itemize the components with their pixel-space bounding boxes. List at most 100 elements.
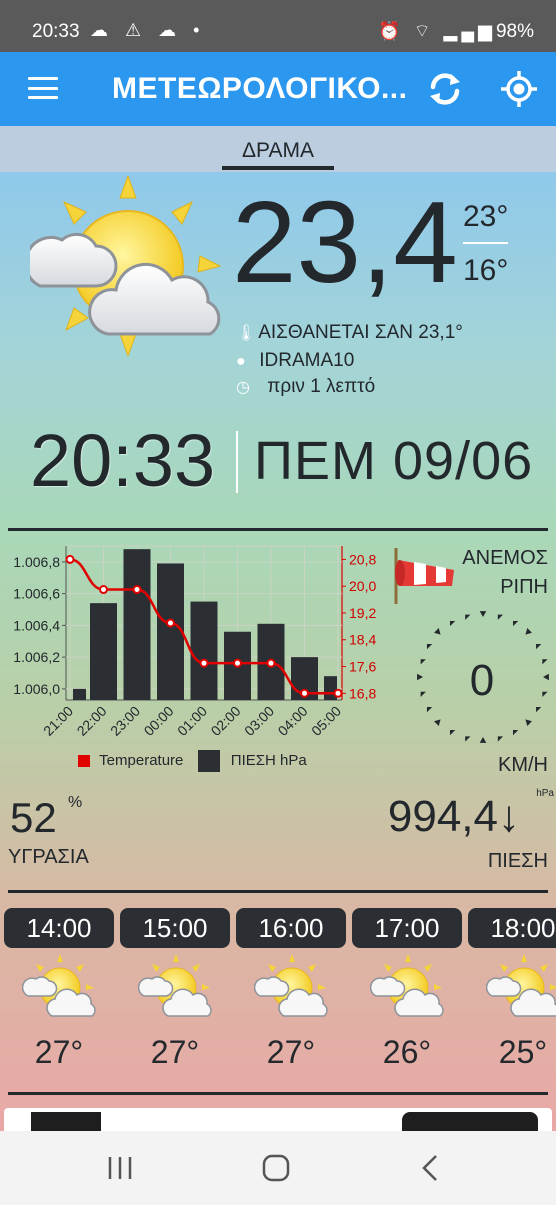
- legend-pressure-swatch: [197, 750, 220, 772]
- forecast-hour: 15:00: [120, 908, 230, 948]
- forecast-hour: 16:00: [236, 908, 346, 948]
- x-tick-label: 23:00: [107, 703, 143, 739]
- left-tick-label: 1.006,6: [13, 586, 60, 602]
- temperature-point: [132, 585, 142, 595]
- dial-tick: [543, 673, 549, 681]
- left-tick-label: 1.006,0: [13, 681, 60, 697]
- forecast-hour: 14:00: [4, 908, 114, 948]
- forecast-temp: 27°: [34, 1034, 84, 1070]
- right-tick-label: 19,2: [349, 605, 376, 621]
- x-tick-label: 03:00: [241, 703, 277, 739]
- temperature-point: [166, 618, 175, 628]
- divider: [8, 528, 548, 531]
- hi-lo-divider: [463, 242, 508, 244]
- x-tick-label: 00:00: [141, 703, 177, 739]
- temperature-point: [199, 658, 209, 668]
- left-tick-label: 1.006,2: [13, 649, 60, 665]
- weather-content: ΔΡΑΜΑ 23,4 23° 16° 🌡 ΑΙΣΘΑΝΕΤΑΙ ΣΑΝ 23,1…: [0, 126, 556, 1138]
- legend-temp-swatch: [78, 755, 90, 767]
- x-tick-label: 02:00: [208, 703, 244, 739]
- forecast-item[interactable]: 17:00 26°: [352, 906, 462, 1086]
- updated-text: πριν 1 λεπτό: [267, 376, 376, 397]
- temperature-point: [333, 688, 343, 698]
- station-name: IDRAMA10: [259, 350, 355, 371]
- feels-like-row: 🌡 ΑΙΣΘΑΝΕΤΑΙ ΣΑΝ 23,1°: [236, 322, 463, 344]
- windsock-icon: [394, 548, 454, 604]
- forecast-item[interactable]: 16:00 27°: [236, 906, 346, 1086]
- divider: [8, 1092, 548, 1095]
- legend-temp-label: Temperature: [99, 751, 184, 769]
- clock-time: 20:33: [30, 419, 216, 502]
- updated-row: ◷ πριν 1 λεπτό: [236, 376, 375, 398]
- refresh-icon[interactable]: [424, 68, 466, 110]
- left-tick-label: 1.006,4: [13, 617, 60, 633]
- clock-icon: ◷: [236, 379, 250, 396]
- dial-tick: [434, 628, 441, 635]
- partly-cloudy-sun-icon: [486, 954, 556, 1017]
- pressure-bar: [157, 563, 184, 700]
- app-title: ΜΕΤΕΩΡΟΛΟΓΙΚΟ...: [112, 72, 408, 105]
- partly-cloudy-sun-icon: [370, 954, 444, 1017]
- notification-icons: ☁ ⚠ ☁ •: [90, 20, 206, 40]
- right-tick-label: 18,4: [349, 632, 376, 648]
- forecast-item[interactable]: 14:00 27°: [4, 906, 114, 1086]
- history-chart: 1.006,8 1.006,6 1.006,4 1.006,2 1.006,0 20,8 2…: [13, 545, 376, 739]
- temperature-point: [233, 658, 242, 668]
- back-icon[interactable]: [412, 1151, 452, 1185]
- pressure-bar: [123, 549, 151, 700]
- wind-speed: 0: [469, 656, 495, 705]
- partly-cloudy-sun-icon: [138, 954, 212, 1017]
- dial-tick: [525, 719, 532, 726]
- humidity-label: ΥΓΡΑΣΙΑ: [8, 846, 89, 868]
- forecast-temp: 27°: [150, 1034, 200, 1070]
- location-pin-icon: ●: [236, 353, 246, 370]
- chart-legend: Temperature ΠΙΕΣΗ hPa: [78, 750, 307, 772]
- clock-divider: [236, 431, 238, 493]
- forecast-item[interactable]: 18:00 25°: [468, 906, 556, 1086]
- forecast-temp: 25°: [498, 1034, 548, 1070]
- x-tick-label: 05:00: [308, 703, 344, 739]
- forecast-temp: 26°: [382, 1034, 432, 1070]
- pressure-unit: hPa: [536, 788, 554, 799]
- my-location-icon[interactable]: [498, 68, 540, 110]
- dial-tick: [417, 673, 423, 681]
- high-temperature: 23°: [463, 200, 509, 233]
- temperature-point: [300, 688, 309, 698]
- partly-cloudy-sun-icon: [22, 954, 96, 1017]
- right-tick-label: 20,8: [349, 551, 376, 567]
- wind-gust-label: ΡΙΠΗ: [500, 576, 548, 598]
- tab-indicator: [222, 166, 334, 170]
- wind-title: ΑΝΕΜΟΣ: [462, 547, 548, 569]
- temperature-point: [65, 554, 75, 564]
- app-bar: ΜΕΤΕΩΡΟΛΟΓΙΚΟ...: [0, 52, 556, 126]
- hourly-forecast[interactable]: 14:00 27° 15:00 27° 16:00 27° 17:00 26° …: [0, 906, 556, 1096]
- home-icon[interactable]: [256, 1151, 296, 1185]
- clock-date: ΠΕΜ 09/06: [254, 431, 534, 491]
- humidity-unit: %: [68, 794, 83, 811]
- x-tick-label: 21:00: [40, 703, 76, 739]
- partly-cloudy-sun-icon: [254, 954, 328, 1017]
- dial-tick: [525, 628, 532, 635]
- right-tick-label: 17,6: [349, 659, 376, 675]
- dial-tick: [434, 719, 441, 726]
- pressure-value: 994,4↓: [387, 792, 520, 841]
- system-nav-bar: [0, 1131, 556, 1205]
- pressure-label: ΠΙΕΣΗ: [487, 850, 548, 872]
- right-tick-label: 16,8: [349, 685, 376, 701]
- x-tick-label: 04:00: [275, 703, 311, 739]
- temperature-point: [99, 585, 108, 595]
- partly-cloudy-sun-icon: [30, 176, 222, 356]
- location-tabs: ΔΡΑΜΑ: [0, 126, 556, 172]
- pressure-bar: [73, 688, 86, 700]
- system-icons: ⏰ ⌔ ▂▄▆: [378, 21, 496, 41]
- menu-icon[interactable]: [28, 77, 58, 99]
- recent-apps-icon[interactable]: [100, 1151, 140, 1185]
- right-tick-label: 20,0: [349, 578, 376, 594]
- left-tick-label: 1.006,8: [13, 554, 60, 570]
- forecast-item[interactable]: 15:00 27°: [120, 906, 230, 1086]
- wind-unit: KM/H: [498, 754, 548, 776]
- status-bar: 20:33 ☁ ⚠ ☁ • ⏰ ⌔ ▂▄▆ 98%: [0, 0, 556, 52]
- forecast-hour: 18:00: [468, 908, 556, 948]
- dial-tick: [479, 737, 487, 743]
- divider: [8, 890, 548, 893]
